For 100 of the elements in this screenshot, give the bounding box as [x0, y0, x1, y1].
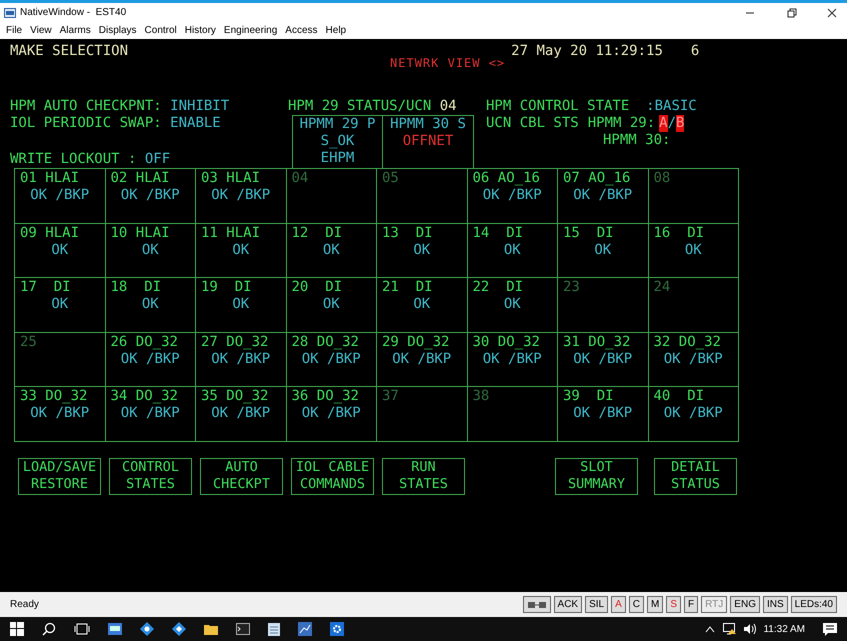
menu-item[interactable]: Displays	[98, 23, 137, 38]
cable-status-label: UCN CBL STS	[486, 115, 579, 132]
chart-app-icon[interactable]	[298, 622, 312, 636]
slot-status: OK /BKP	[573, 187, 632, 204]
menu-item[interactable]: Control	[144, 23, 177, 38]
function-key-button[interactable]: IOL CABLE COMMANDS	[291, 458, 374, 495]
slot-status: OK	[322, 242, 340, 259]
slot-status: OK /BKP	[392, 350, 452, 368]
slot-status: OK /BKP	[664, 405, 723, 422]
function-key-button[interactable]: AUTO CHECKPT	[200, 458, 283, 495]
setting-label: IOL PERIODIC SWAP:	[10, 115, 162, 131]
status-indicator: C	[628, 596, 644, 613]
cable-a-indicator: A	[659, 115, 668, 132]
clock[interactable]: 11:32 AM	[763, 622, 805, 636]
slot-status: OK /BKP	[30, 405, 90, 422]
speaker-icon[interactable]	[743, 623, 758, 635]
function-key-button[interactable]: LOAD/SAVE RESTORE	[18, 458, 101, 495]
diamond-app-icon[interactable]	[172, 622, 186, 636]
slot-status: OK /BKP	[211, 187, 270, 204]
gear-icon[interactable]	[330, 622, 344, 636]
slot-label: 11 HLAI	[201, 224, 262, 242]
hpmm-title: HPMM 30 S	[390, 116, 466, 133]
menu-item[interactable]: Engineering	[224, 23, 278, 38]
slot-status: OK	[142, 242, 159, 259]
slot-status: OK	[232, 242, 250, 259]
slot-status: OK	[51, 296, 68, 314]
status-indicator: LEDs:40	[790, 596, 837, 613]
slot-label: 16 DI	[654, 224, 706, 242]
slot-label: 03 HLAI	[201, 170, 262, 187]
slot-status: OK /BKP	[30, 187, 90, 204]
slot-label: 21 DI	[382, 279, 434, 296]
slot-label: 15 DI	[563, 224, 615, 242]
menu-item[interactable]: File	[6, 23, 22, 38]
slot-status: OK /BKP	[302, 405, 361, 422]
slot-status: OK /BKP	[482, 187, 542, 204]
control-state-value: :BASIC	[646, 98, 697, 114]
status-label: HPM 29 STATUS/UCN	[288, 98, 432, 114]
slot-label: 38	[472, 388, 490, 406]
control-state-label: HPM CONTROL STATE	[486, 98, 630, 114]
menu-item[interactable]: Access	[285, 23, 318, 38]
slot-label: 14 DI	[472, 224, 524, 242]
menu-item[interactable]: View	[30, 23, 52, 38]
close-icon[interactable]	[827, 8, 837, 18]
search-icon[interactable]	[42, 622, 56, 636]
folder-icon[interactable]	[204, 623, 218, 635]
setting-label: HPM AUTO CHECKPNT:	[10, 98, 162, 114]
status-indicator: A	[611, 596, 626, 613]
slot-status: OK /BKP	[120, 187, 180, 204]
slot-label: 33 DO_32	[20, 388, 88, 406]
function-key-button[interactable]: CONTROL STATES	[109, 458, 192, 495]
diamond-app-icon[interactable]	[140, 622, 154, 636]
status-indicator: INS	[762, 596, 788, 613]
slot-status: OK /BKP	[664, 350, 723, 368]
slot-status: OK /BKP	[573, 350, 632, 368]
slot-label: 36 DO_32	[292, 388, 360, 406]
setting-value: INHIBIT	[170, 98, 230, 114]
slot-status: OK /BKP	[573, 405, 632, 422]
menu-item[interactable]: Help	[326, 23, 346, 38]
slot-status: OK	[142, 296, 159, 314]
slot-status: OK /BKP	[211, 350, 270, 368]
function-key-button[interactable]: SLOT SUMMARY	[555, 458, 638, 495]
slot-label: 35 DO_32	[201, 388, 270, 406]
restore-icon[interactable]	[787, 8, 797, 18]
status-indicator: S	[666, 596, 682, 613]
network-icon[interactable]	[723, 623, 738, 635]
date-time: 27 May 20 11:29:15	[511, 43, 663, 61]
menu-item[interactable]: History	[184, 23, 216, 38]
slot-label: 01 HLAI	[20, 170, 80, 187]
slot-label: 05	[382, 170, 400, 187]
status-indicator: RTJ	[701, 596, 728, 613]
slot-label: 08	[654, 170, 672, 187]
hpmm-status: EHPM	[320, 150, 354, 167]
cable-separator: /	[668, 115, 676, 132]
slot-label: 02 HLAI	[110, 170, 171, 187]
slot-label: 39 DI	[563, 388, 615, 406]
slot-status: OK /BKP	[120, 350, 180, 368]
window-icon	[4, 8, 16, 18]
windows-start-icon[interactable]	[10, 622, 24, 636]
notepad-icon[interactable]	[268, 622, 280, 636]
slot-status: OK	[594, 242, 612, 259]
ucn-value: 04	[440, 98, 457, 114]
task-view-icon[interactable]	[74, 623, 90, 635]
status-text: Ready	[10, 598, 39, 612]
setting-label: WRITE LOCKOUT :	[10, 151, 136, 167]
hpmm-status: OFFNET	[402, 133, 454, 150]
slot-label: 17 DI	[20, 279, 72, 296]
notification-icon[interactable]	[823, 622, 837, 636]
menu-item[interactable]: Alarms	[60, 23, 91, 38]
slot-label: 29 DO_32	[382, 334, 450, 351]
slot-label: 04	[292, 170, 310, 187]
function-key-button[interactable]: RUN STATES	[382, 458, 465, 495]
status-indicator: ACK	[554, 596, 582, 613]
app-icon[interactable]	[108, 623, 122, 635]
function-key-button[interactable]: DETAIL STATUS	[654, 458, 737, 495]
terminal-icon[interactable]	[236, 623, 250, 635]
chevron-up-icon[interactable]	[705, 625, 716, 633]
status-indicator: F	[684, 596, 698, 613]
status-indicator: ENG	[730, 596, 760, 613]
slot-status: OK	[413, 296, 430, 314]
slot-status: OK /BKP	[120, 405, 180, 422]
